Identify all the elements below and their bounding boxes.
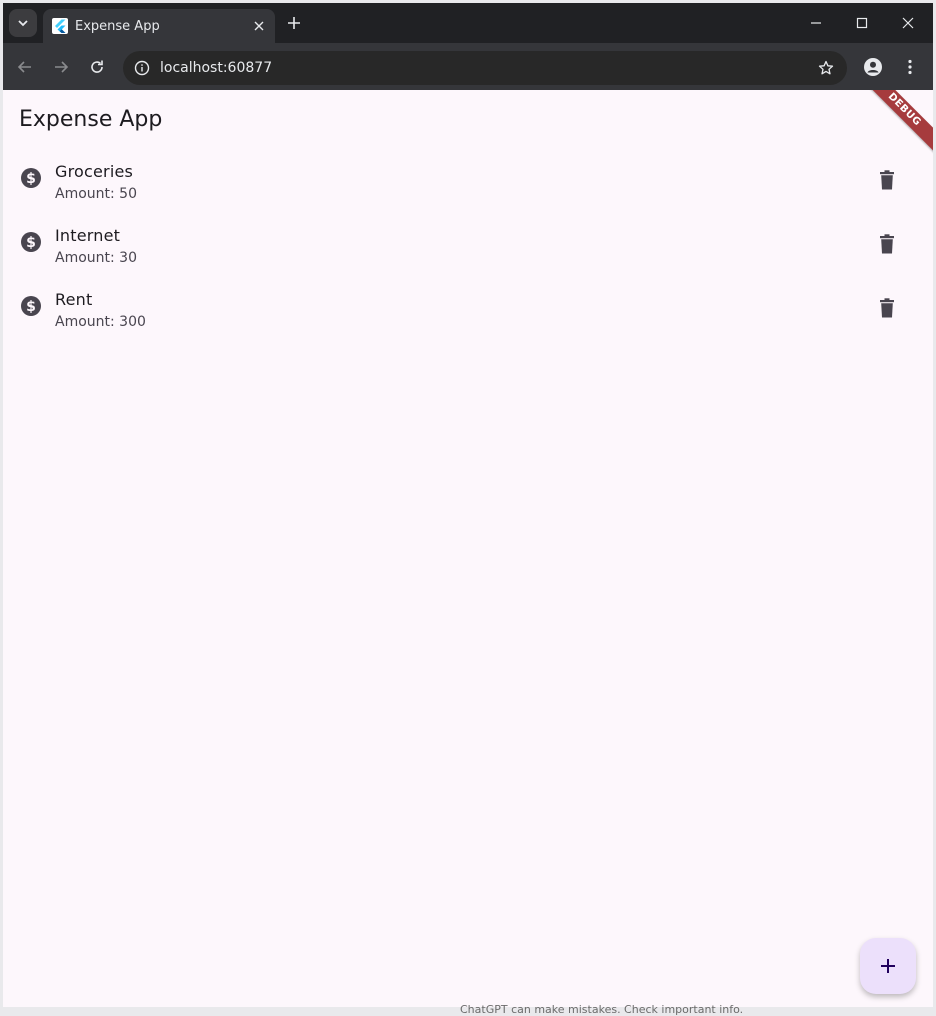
delete-button[interactable] bbox=[875, 168, 899, 192]
address-bar[interactable]: localhost:60877 bbox=[123, 51, 847, 85]
delete-button[interactable] bbox=[875, 296, 899, 320]
star-icon bbox=[818, 60, 834, 75]
svg-text:$: $ bbox=[26, 235, 36, 251]
reload-button[interactable] bbox=[87, 57, 107, 77]
svg-text:$: $ bbox=[26, 171, 36, 187]
url-text: localhost:60877 bbox=[160, 60, 273, 76]
reload-icon bbox=[91, 60, 103, 73]
minimize-button[interactable] bbox=[808, 15, 824, 31]
svg-text:$: $ bbox=[26, 299, 36, 315]
dollar-circle-icon: $ bbox=[21, 168, 41, 188]
app-bar-title: Expense App bbox=[19, 107, 163, 132]
trash-icon bbox=[880, 234, 894, 254]
close-icon bbox=[254, 21, 264, 31]
back-button[interactable] bbox=[15, 57, 35, 77]
browser-toolbar: localhost:60877 bbox=[3, 43, 933, 90]
expense-amount: Amount: 50 bbox=[55, 186, 137, 202]
kebab-menu-icon bbox=[908, 59, 912, 75]
browser-window: Expense App localhost:60877 Expense App … bbox=[3, 3, 933, 1007]
list-item[interactable]: $ Groceries Amount: 50 bbox=[3, 150, 933, 214]
maximize-icon bbox=[856, 17, 868, 29]
profile-button[interactable] bbox=[863, 57, 883, 77]
browser-menu-button[interactable] bbox=[900, 57, 920, 77]
minimize-icon bbox=[811, 22, 821, 24]
person-icon bbox=[864, 58, 882, 76]
tab-search-button[interactable] bbox=[9, 9, 37, 37]
chevron-down-icon bbox=[18, 20, 28, 27]
maximize-button[interactable] bbox=[854, 15, 870, 31]
browser-tab[interactable]: Expense App bbox=[43, 9, 275, 43]
forward-button[interactable] bbox=[51, 57, 71, 77]
expense-amount: Amount: 30 bbox=[55, 250, 137, 266]
close-window-button[interactable] bbox=[900, 15, 916, 31]
expense-title: Internet bbox=[55, 226, 121, 245]
list-item[interactable]: $ Rent Amount: 300 bbox=[3, 278, 933, 342]
expense-title: Groceries bbox=[55, 162, 134, 181]
title-bar: Expense App bbox=[3, 3, 933, 43]
info-icon bbox=[134, 60, 150, 76]
list-item[interactable]: $ Internet Amount: 30 bbox=[3, 214, 933, 278]
dollar-circle-icon: $ bbox=[21, 232, 41, 252]
plus-icon bbox=[881, 959, 895, 973]
expense-amount: Amount: 300 bbox=[55, 314, 146, 330]
trash-icon bbox=[880, 170, 894, 190]
new-tab-button[interactable] bbox=[285, 14, 303, 32]
tab-title: Expense App bbox=[75, 19, 160, 34]
expense-list: $ Groceries Amount: 50 $ Internet Amount… bbox=[3, 150, 933, 342]
background-window-text: ChatGPT can make mistakes. Check importa… bbox=[460, 1003, 744, 1016]
expense-title: Rent bbox=[55, 290, 93, 309]
dollar-circle-icon: $ bbox=[21, 296, 41, 316]
site-info-button[interactable] bbox=[133, 59, 151, 77]
delete-button[interactable] bbox=[875, 232, 899, 256]
add-expense-button[interactable] bbox=[860, 938, 916, 994]
arrow-left-icon bbox=[17, 61, 31, 73]
flutter-icon bbox=[52, 18, 68, 34]
app-page: Expense App $ Groceries Amount: 50 $ Int… bbox=[3, 90, 933, 1007]
close-icon bbox=[902, 17, 914, 29]
arrow-right-icon bbox=[55, 61, 69, 73]
plus-icon bbox=[288, 17, 300, 29]
debug-banner: DEBUG bbox=[856, 90, 933, 158]
trash-icon bbox=[880, 298, 894, 318]
bookmark-button[interactable] bbox=[817, 59, 835, 77]
tab-close-button[interactable] bbox=[251, 18, 267, 34]
